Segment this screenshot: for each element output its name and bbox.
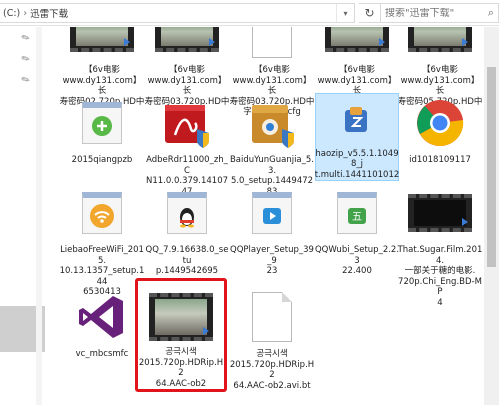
green-installer-icon (70, 95, 134, 151)
search-input[interactable] (385, 7, 485, 19)
breadcrumb-drive[interactable]: (C:) (3, 8, 20, 19)
file-item[interactable]: 공극시색 2015.720p.HDRip.H2 64.AAC-ob2.avi.b… (230, 289, 314, 391)
qqplayer-installer-icon (240, 185, 304, 241)
file-grid: 【6v电影 www.dy131.com】长 寿密码02.720p.HD中 字 【… (46, 27, 482, 405)
file-name: id1018109117 (409, 155, 471, 165)
file-name: haozip_v5.5.1.10498_j t.multi.1441101012 (314, 148, 400, 180)
file-name: QQ_7.9.16638.0_setu p.1449542695 (145, 245, 229, 276)
file-item[interactable]: vc_mbcsmfc (60, 289, 144, 360)
file-item-selected[interactable]: haozip_v5.5.1.10498_j t.multi.1441101012 (315, 93, 399, 181)
breadcrumb-separator-icon: › (23, 7, 28, 19)
video-file-icon (408, 185, 472, 241)
file-item[interactable]: That.Sugar.Film.2014. 一部关于糖的电影. 720p.Chi… (398, 185, 482, 308)
chrome-icon (408, 95, 472, 151)
baidu-yun-icon (240, 95, 304, 151)
video-file-icon (408, 27, 472, 61)
visual-studio-icon (70, 289, 134, 345)
file-name: QQPlayer_Setup_39_9 23 (230, 245, 314, 276)
qq-installer-icon (155, 185, 219, 241)
chevron-down-icon[interactable]: ▾ (336, 4, 354, 22)
pin-icon[interactable]: ✎ (20, 74, 33, 88)
search-box[interactable]: ⌕ (380, 3, 499, 23)
haozip-icon (325, 96, 389, 145)
file-item[interactable]: QQ_7.9.16638.0_setu p.1449542695 (145, 185, 229, 277)
file-item[interactable]: 五 QQWubi_Setup_2.2.3 22.400 (315, 185, 399, 277)
video-file-icon (149, 291, 213, 343)
pin-icon[interactable]: ✎ (20, 53, 33, 67)
file-name: QQWubi_Setup_2.2.3 22.400 (314, 245, 400, 276)
file-name: 공극시색 2015.720p.HDRip.H2 64.AAC-ob2.avi.b… (229, 349, 315, 391)
file-name: vc_mbcsmfc (75, 349, 129, 359)
liebao-wifi-icon (70, 185, 134, 241)
refresh-button[interactable]: ↻ (359, 3, 381, 23)
file-name: That.Sugar.Film.2014. 一部关于糖的电影. 720p.Chi… (397, 245, 482, 308)
address-bar[interactable]: (C:) › 迅雷下载 ▾ (0, 3, 355, 23)
pin-icon[interactable]: ✎ (20, 32, 33, 46)
file-item[interactable]: id1018109117 (398, 95, 482, 166)
document-file-icon (240, 27, 304, 61)
file-item[interactable]: 2015qiangpzb (60, 95, 144, 166)
document-file-icon (240, 289, 304, 345)
video-file-icon (325, 27, 389, 61)
navigation-scrollbar[interactable] (36, 27, 42, 405)
file-name: 2015qiangpzb (71, 155, 133, 165)
qqwubi-installer-icon: 五 (325, 185, 389, 241)
vertical-scrollbar[interactable] (484, 27, 499, 405)
file-item[interactable]: LiebaoFreeWiFi_2015. 10.13.1357_setup.14… (60, 185, 144, 298)
adobe-reader-icon (155, 95, 219, 151)
breadcrumb-folder[interactable]: 迅雷下载 (30, 6, 68, 20)
file-item-highlighted[interactable]: 공극시색 2015.720p.HDRip.H2 64.AAC-ob2 (135, 278, 227, 392)
video-file-icon (70, 27, 134, 61)
refresh-icon: ↻ (364, 6, 375, 20)
svg-text:五: 五 (352, 212, 362, 223)
address-bar-area: (C:) › 迅雷下载 ▾ ↻ ⌕ (0, 0, 499, 26)
file-name: 공극시색 2015.720p.HDRip.H2 64.AAC-ob2 (138, 347, 224, 389)
search-icon[interactable]: ⌕ (488, 6, 494, 20)
video-file-icon (155, 27, 219, 61)
file-item[interactable]: QQPlayer_Setup_39_9 23 (230, 185, 314, 277)
scrollbar-thumb[interactable] (487, 67, 496, 267)
